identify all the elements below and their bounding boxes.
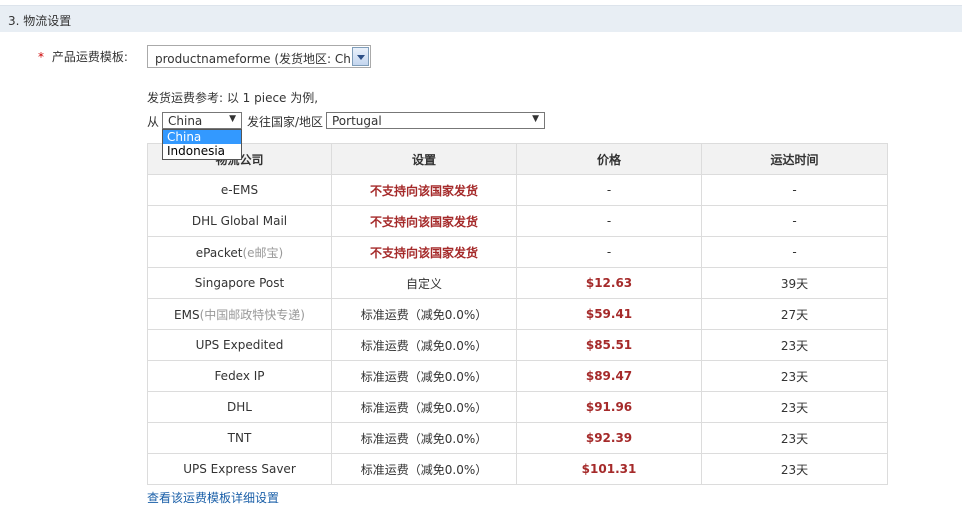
company-note: (中国邮政特快专递) xyxy=(199,307,305,322)
cell-company: UPS Expedited xyxy=(147,329,332,361)
cell-price: $101.31 xyxy=(516,453,702,485)
company-name: DHL Global Mail xyxy=(191,214,288,228)
cell-time: 39天 xyxy=(701,267,888,299)
dropdown-arrow-icon: ▼ xyxy=(532,114,539,124)
cell-price: $91.96 xyxy=(516,391,702,423)
cell-company: TNT xyxy=(147,422,332,454)
cell-setting: 标准运费（减免0.0%） xyxy=(331,391,517,423)
cell-company: DHL xyxy=(147,391,332,423)
template-row: * 产品运费模板: xyxy=(38,48,128,65)
cell-setting: 不支持向该国家发货 xyxy=(331,236,517,268)
header-price: 价格 xyxy=(516,143,702,175)
table-row: UPS Express Saver 标准运费（减免0.0%） $101.31 23天 xyxy=(147,453,888,485)
from-label: 从 xyxy=(147,115,160,129)
company-note: (e邮宝) xyxy=(242,245,284,260)
cell-time: 23天 xyxy=(701,453,888,485)
template-select-value: productnameforme (发货地区: China) xyxy=(155,52,351,66)
section-title: 3. 物流设置 xyxy=(8,14,72,28)
cell-company: Singapore Post xyxy=(147,267,332,299)
from-country-select[interactable]: China ▼ xyxy=(162,112,242,129)
to-label: 发往国家/地区 xyxy=(247,115,324,129)
company-name: Singapore Post xyxy=(194,276,285,290)
template-detail-link[interactable]: 查看该运费模板详细设置 xyxy=(147,489,279,506)
cell-time: - xyxy=(701,236,888,268)
cell-price: - xyxy=(516,236,702,268)
from-option-indonesia[interactable]: Indonesia xyxy=(163,144,241,158)
from-country-value: China xyxy=(168,114,203,128)
cell-setting: 标准运费（减免0.0%） xyxy=(331,453,517,485)
cell-setting: 标准运费（减免0.0%） xyxy=(331,360,517,392)
cell-setting: 标准运费（减免0.0%） xyxy=(331,329,517,361)
table-row: DHL 标准运费（减免0.0%） $91.96 23天 xyxy=(147,391,888,423)
cell-price: $92.39 xyxy=(516,422,702,454)
template-select[interactable]: productnameforme (发货地区: China) xyxy=(147,45,371,68)
table-row: TNT 标准运费（减免0.0%） $92.39 23天 xyxy=(147,422,888,454)
cell-company: e-EMS xyxy=(147,174,332,206)
company-name: DHL xyxy=(227,400,252,414)
chevron-down-icon[interactable] xyxy=(352,47,369,66)
table-row: e-EMS 不支持向该国家发货 - - xyxy=(147,174,888,206)
cell-company: ePacket(e邮宝) xyxy=(147,236,332,268)
table-row: Fedex IP 标准运费（减免0.0%） $89.47 23天 xyxy=(147,360,888,392)
cell-price: $89.47 xyxy=(516,360,702,392)
company-name: UPS Expedited xyxy=(195,338,284,352)
cell-time: 23天 xyxy=(701,329,888,361)
table-row: EMS(中国邮政特快专递) 标准运费（减免0.0%） $59.41 27天 xyxy=(147,298,888,330)
from-country-dropdown[interactable]: China Indonesia xyxy=(162,129,242,160)
cell-setting: 不支持向该国家发货 xyxy=(331,205,517,237)
company-name: ePacket xyxy=(195,245,243,260)
cell-company: UPS Express Saver xyxy=(147,453,332,485)
company-name: EMS xyxy=(174,307,200,322)
cell-price: $85.51 xyxy=(516,329,702,361)
company-name: TNT xyxy=(227,431,252,445)
cell-time: - xyxy=(701,174,888,206)
cell-time: 27天 xyxy=(701,298,888,330)
table-row: Singapore Post 自定义 $12.63 39天 xyxy=(147,267,888,299)
cell-setting: 标准运费（减免0.0%） xyxy=(331,422,517,454)
table-row: UPS Expedited 标准运费（减免0.0%） $85.51 23天 xyxy=(147,329,888,361)
cell-price: $59.41 xyxy=(516,298,702,330)
required-mark: * xyxy=(38,50,44,64)
to-country-value: Portugal xyxy=(332,114,382,128)
section-header: 3. 物流设置 xyxy=(0,5,962,32)
from-option-china[interactable]: China xyxy=(163,130,241,144)
cell-company: Fedex IP xyxy=(147,360,332,392)
shipping-reference-text: 发货运费参考: 以 1 piece 为例, xyxy=(147,91,319,105)
cell-price: $12.63 xyxy=(516,267,702,299)
cell-setting: 不支持向该国家发货 xyxy=(331,174,517,206)
cell-time: - xyxy=(701,205,888,237)
cell-time: 23天 xyxy=(701,422,888,454)
template-label: 产品运费模板: xyxy=(51,50,128,64)
cell-price: - xyxy=(516,205,702,237)
company-name: e-EMS xyxy=(220,183,259,197)
cell-time: 23天 xyxy=(701,360,888,392)
table-header-row: 物流公司 设置 价格 运达时间 xyxy=(147,143,888,175)
company-name: UPS Express Saver xyxy=(183,462,296,476)
cell-setting: 自定义 xyxy=(331,267,517,299)
to-country-select[interactable]: Portugal ▼ xyxy=(326,112,545,129)
cell-company: DHL Global Mail xyxy=(147,205,332,237)
table-row: ePacket(e邮宝) 不支持向该国家发货 - - xyxy=(147,236,888,268)
table-row: DHL Global Mail 不支持向该国家发货 - - xyxy=(147,205,888,237)
header-setting: 设置 xyxy=(331,143,517,175)
cell-company: EMS(中国邮政特快专递) xyxy=(147,298,332,330)
shipping-table: 物流公司 设置 价格 运达时间 e-EMS不支持向该国家发货--DHL Glob… xyxy=(147,143,888,485)
cell-price: - xyxy=(516,174,702,206)
dropdown-arrow-icon: ▼ xyxy=(229,114,236,124)
company-name: Fedex IP xyxy=(214,369,265,383)
header-time: 运达时间 xyxy=(701,143,888,175)
cell-time: 23天 xyxy=(701,391,888,423)
cell-setting: 标准运费（减免0.0%） xyxy=(331,298,517,330)
